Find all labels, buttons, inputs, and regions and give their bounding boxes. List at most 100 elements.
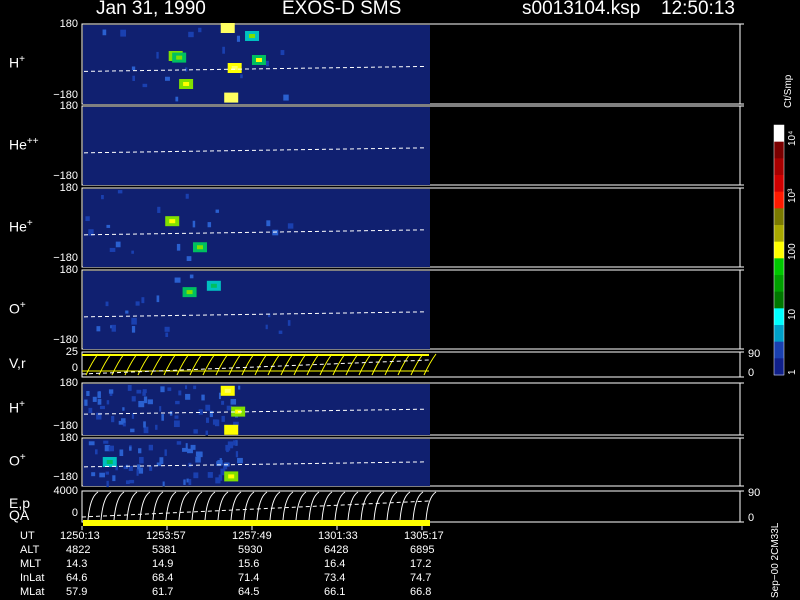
heatmap-speckle	[198, 409, 203, 415]
heatmap-speckle	[265, 324, 268, 330]
heatmap-speckle	[215, 209, 219, 213]
heatmap-speckle	[186, 256, 192, 262]
ytick-min: −180	[53, 420, 78, 432]
heatmap-patch-core	[224, 388, 231, 393]
heatmap-speckle	[105, 301, 109, 307]
heatmap-speckle	[131, 250, 134, 254]
heatmap-speckle	[92, 396, 97, 402]
heatmap-speckle	[105, 471, 109, 475]
heatmap-speckle	[88, 407, 93, 414]
heatmap-speckle	[101, 194, 104, 200]
qa-label: QA	[9, 507, 30, 523]
heatmap-speckle	[178, 390, 182, 396]
heatmap-speckle	[160, 386, 165, 393]
heatmap-speckle	[192, 220, 196, 228]
heatmap-speckle	[287, 223, 294, 229]
colorbar-tick: 100	[787, 243, 798, 260]
panel-fill-he2	[83, 107, 430, 185]
panel-fill-he1	[83, 189, 430, 267]
heatmap-speckle	[159, 457, 164, 464]
heatmap-speckle	[195, 451, 202, 457]
heatmap-speckle	[147, 399, 153, 405]
heatmap-speckle	[161, 414, 164, 421]
heatmap-speckle	[236, 35, 240, 42]
footer-code: Sep−00 2CM33L	[770, 522, 781, 598]
heatmap-speckle	[164, 76, 170, 81]
heatmap-speckle	[240, 74, 243, 79]
orbit-value: 16.4	[324, 558, 346, 570]
heatmap-speckle	[131, 317, 137, 325]
heatmap-speckle	[173, 420, 180, 428]
heatmap-speckle	[129, 446, 132, 451]
heatmap-speckle	[218, 392, 221, 400]
heatmap-speckle	[99, 405, 105, 410]
heatmap-speckle	[139, 456, 144, 464]
heatmap-speckle	[135, 301, 140, 306]
orbit-value: 66.8	[410, 586, 432, 598]
heatmap-speckle	[115, 241, 121, 248]
orbit-value: 1301:33	[318, 530, 358, 542]
colorbar-segment	[774, 291, 784, 309]
orbit-value: 66.1	[324, 586, 346, 598]
heatmap-patch-core	[255, 58, 262, 62]
ytick-min: 0	[71, 507, 78, 519]
colorbar-segment	[774, 225, 784, 243]
orbit-value: 1257:49	[232, 530, 272, 542]
heatmap-speckle	[143, 426, 149, 434]
heatmap-speckle	[209, 410, 213, 418]
heatmap-speckle	[91, 472, 96, 477]
heatmap-speckle	[225, 444, 231, 451]
colorbar-tick: 10	[787, 308, 798, 320]
heatmap-speckle	[108, 445, 114, 452]
heatmap-speckle	[215, 477, 221, 484]
heatmap-speckle	[128, 466, 133, 471]
heatmap-speckle	[176, 441, 182, 445]
orbit-value: 1250:13	[60, 530, 100, 542]
heatmap-speckle	[142, 391, 146, 396]
orbit-value: 5381	[152, 544, 177, 556]
heatmap-speckle	[120, 29, 127, 37]
ytick-max: 180	[59, 264, 78, 276]
orbit-value: 64.5	[238, 586, 260, 598]
heatmap-speckle	[148, 444, 154, 451]
orbit-value: 17.2	[410, 558, 432, 570]
heatmap-speckle	[86, 390, 90, 397]
heatmap-speckle	[106, 480, 109, 488]
right-ytick-min: 0	[748, 512, 755, 524]
ytick-max: 180	[59, 100, 78, 112]
heatmap-speckle	[201, 394, 205, 401]
heatmap-speckle	[174, 415, 179, 419]
orbit-value: 15.6	[238, 558, 260, 570]
heatmap-speckle	[149, 466, 153, 471]
heatmap-speckle	[121, 418, 126, 423]
heatmap-speckle	[237, 457, 243, 464]
heatmap-speckle	[125, 480, 130, 485]
right-ytick-max: 90	[748, 348, 761, 360]
heatmap-speckle	[96, 326, 101, 332]
orbit-value: 6895	[410, 544, 435, 556]
heatmap-speckle	[131, 66, 136, 71]
heatmap-speckle	[280, 50, 285, 56]
heatmap-speckle	[266, 220, 271, 227]
ytick-min: 0	[71, 362, 78, 374]
heatmap-speckle	[205, 417, 210, 423]
orbit-row-alt: ALT 4822 5381 5930 6428 6895	[0, 544, 440, 558]
heatmap-patch-core	[183, 82, 190, 86]
heatmap-speckle	[155, 424, 158, 430]
heatmap-speckle	[207, 222, 212, 228]
colorbar-segment	[774, 158, 784, 176]
heatmap-speckle	[94, 449, 98, 455]
orbit-value: 73.4	[324, 572, 346, 584]
heatmap-patch-core	[106, 460, 113, 464]
heatmap-speckle	[176, 243, 181, 251]
right-ytick-min: 0	[748, 367, 755, 379]
orbit-value: 61.7	[152, 586, 174, 598]
panel-label-h1: H+	[9, 54, 25, 71]
heatmap-speckle	[167, 387, 172, 392]
heatmap-speckle	[136, 469, 139, 476]
colorbar-segment	[774, 258, 784, 276]
heatmap-patch-core	[228, 474, 235, 479]
heatmap-speckle	[212, 419, 218, 425]
heatmap-speckle	[165, 332, 169, 337]
heatmap-speckle	[99, 472, 105, 478]
